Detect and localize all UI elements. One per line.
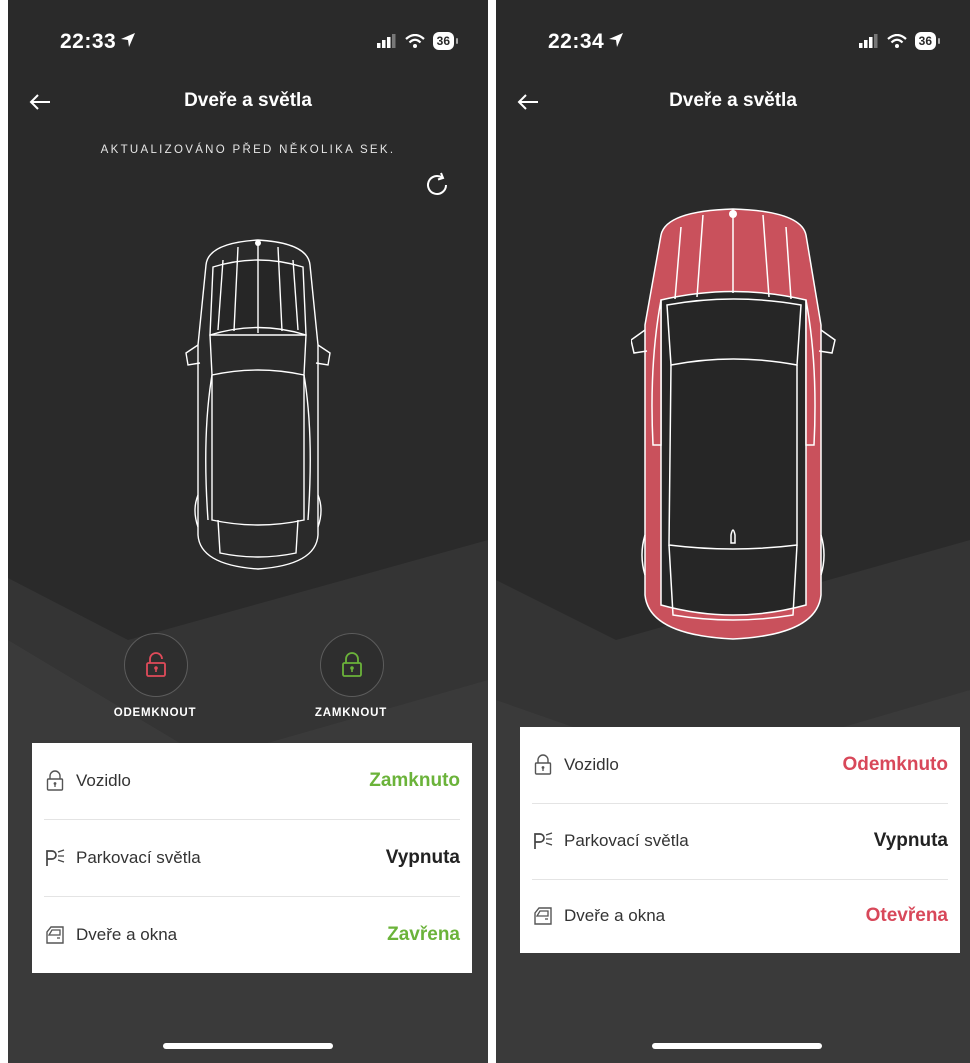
padlock-icon	[46, 770, 64, 791]
home-indicator[interactable]	[163, 1043, 333, 1049]
right-screen: 22:34 36 Dveře a světla Vozidlo Odemknut…	[496, 0, 970, 1063]
refresh-icon[interactable]	[422, 170, 452, 200]
door-icon	[46, 926, 64, 944]
status-label: Vozidlo	[76, 771, 131, 790]
unlock-label[interactable]: ODEMKNOUT	[85, 707, 225, 719]
status-label: Parkovací světla	[76, 848, 201, 867]
status-bar: 22:33 36	[8, 30, 488, 56]
battery-tip	[938, 38, 940, 44]
status-bar: 22:34 36	[496, 30, 970, 56]
door-icon	[534, 907, 552, 925]
battery-icon: 36	[432, 32, 454, 50]
padlock-icon	[534, 754, 552, 775]
status-row-doors-windows: Dveře a okna Otevřena	[532, 878, 948, 954]
nav-bar: Dveře a světla	[8, 88, 488, 120]
wifi-icon	[404, 34, 425, 48]
status-value: Odemknuto	[842, 754, 948, 775]
parking-light-icon	[46, 849, 65, 866]
location-arrow-icon	[121, 33, 136, 48]
status-value: Zamknuto	[369, 770, 460, 791]
status-row-vehicle: Vozidlo Zamknuto	[44, 743, 460, 820]
battery-tip	[456, 38, 458, 44]
status-row-parking-lights: Parkovací světla Vypnuta	[532, 803, 948, 880]
signal-icon	[376, 34, 396, 48]
lock-label[interactable]: ZAMKNOUT	[281, 707, 421, 719]
status-value: Vypnuta	[873, 830, 948, 851]
location-arrow-icon	[609, 33, 624, 48]
home-indicator[interactable]	[652, 1043, 822, 1049]
battery-icon: 36	[914, 32, 936, 50]
unlock-icon	[146, 652, 166, 677]
status-card: Vozidlo Zamknuto Parkovací světla Vypnut…	[32, 743, 472, 973]
signal-icon	[858, 34, 878, 48]
status-value: Zavřena	[387, 924, 460, 945]
status-row-vehicle: Vozidlo Odemknuto	[532, 727, 948, 804]
status-label: Vozidlo	[564, 755, 619, 774]
last-updated-text: AKTUALIZOVÁNO PŘED NĚKOLIKA SEK.	[100, 144, 396, 156]
car-top-view-open	[631, 208, 836, 640]
status-row-parking-lights: Parkovací světla Vypnuta	[44, 820, 460, 897]
status-row-doors-windows: Dveře a okna Zavřena	[44, 897, 460, 973]
status-card: Vozidlo Odemknuto Parkovací světla Vypnu…	[520, 727, 960, 953]
car-top-view	[185, 239, 331, 570]
status-time: 22:34	[548, 30, 624, 54]
left-screen: 22:33 36 Dveře a světla AKTUALIZOVÁNO PŘ…	[8, 0, 488, 1063]
parking-light-icon	[534, 832, 553, 849]
status-time: 22:33	[60, 30, 136, 54]
lock-icon	[342, 652, 362, 677]
status-value: Vypnuta	[385, 847, 460, 868]
status-value: Otevřena	[865, 905, 948, 926]
status-label: Parkovací světla	[564, 831, 689, 850]
page-title: Dveře a světla	[184, 90, 312, 111]
page-title: Dveře a světla	[669, 90, 797, 111]
status-label: Dveře a okna	[76, 925, 178, 944]
nav-bar: Dveře a světla	[496, 88, 970, 120]
wifi-icon	[886, 34, 907, 48]
lock-button[interactable]	[320, 633, 384, 697]
status-label: Dveře a okna	[564, 906, 666, 925]
unlock-button[interactable]	[124, 633, 188, 697]
